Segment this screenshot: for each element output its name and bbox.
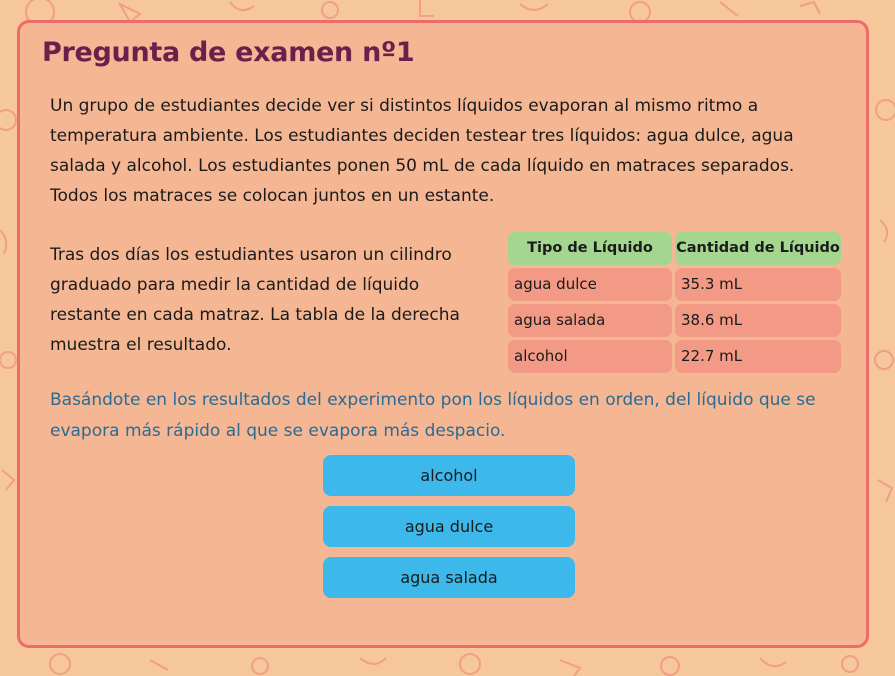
- table-cell-liquid: agua salada: [508, 304, 672, 337]
- table-row: agua salada 38.6 mL: [508, 304, 844, 337]
- page-title: Pregunta de examen nº1: [42, 37, 415, 68]
- table-header-liquid-amount: Cantidad de Líquido: [675, 232, 841, 265]
- table-header-row: Tipo de Líquido Cantidad de Líquido: [508, 232, 844, 265]
- question-card: Pregunta de examen nº1 Un grupo de estud…: [17, 20, 869, 648]
- answer-option-agua-dulce[interactable]: agua dulce: [323, 506, 575, 547]
- table-row: agua dulce 35.3 mL: [508, 268, 844, 301]
- table-cell-amount: 35.3 mL: [675, 268, 841, 301]
- question-prompt: Basándote en los resultados del experime…: [50, 390, 816, 441]
- results-paragraph: Tras dos días los estudiantes usaron un …: [50, 245, 460, 355]
- answer-option-agua-salada[interactable]: agua salada: [323, 557, 575, 598]
- answer-option-alcohol[interactable]: alcohol: [323, 455, 575, 496]
- table-row: alcohol 22.7 mL: [508, 340, 844, 373]
- results-table: Tipo de Líquido Cantidad de Líquido agua…: [508, 232, 844, 376]
- table-header-liquid-type: Tipo de Líquido: [508, 232, 672, 265]
- table-cell-liquid: alcohol: [508, 340, 672, 373]
- table-cell-amount: 22.7 mL: [675, 340, 841, 373]
- answer-list: alcohol agua dulce agua salada: [323, 455, 575, 608]
- table-cell-amount: 38.6 mL: [675, 304, 841, 337]
- intro-paragraph: Un grupo de estudiantes decide ver si di…: [50, 96, 795, 206]
- table-cell-liquid: agua dulce: [508, 268, 672, 301]
